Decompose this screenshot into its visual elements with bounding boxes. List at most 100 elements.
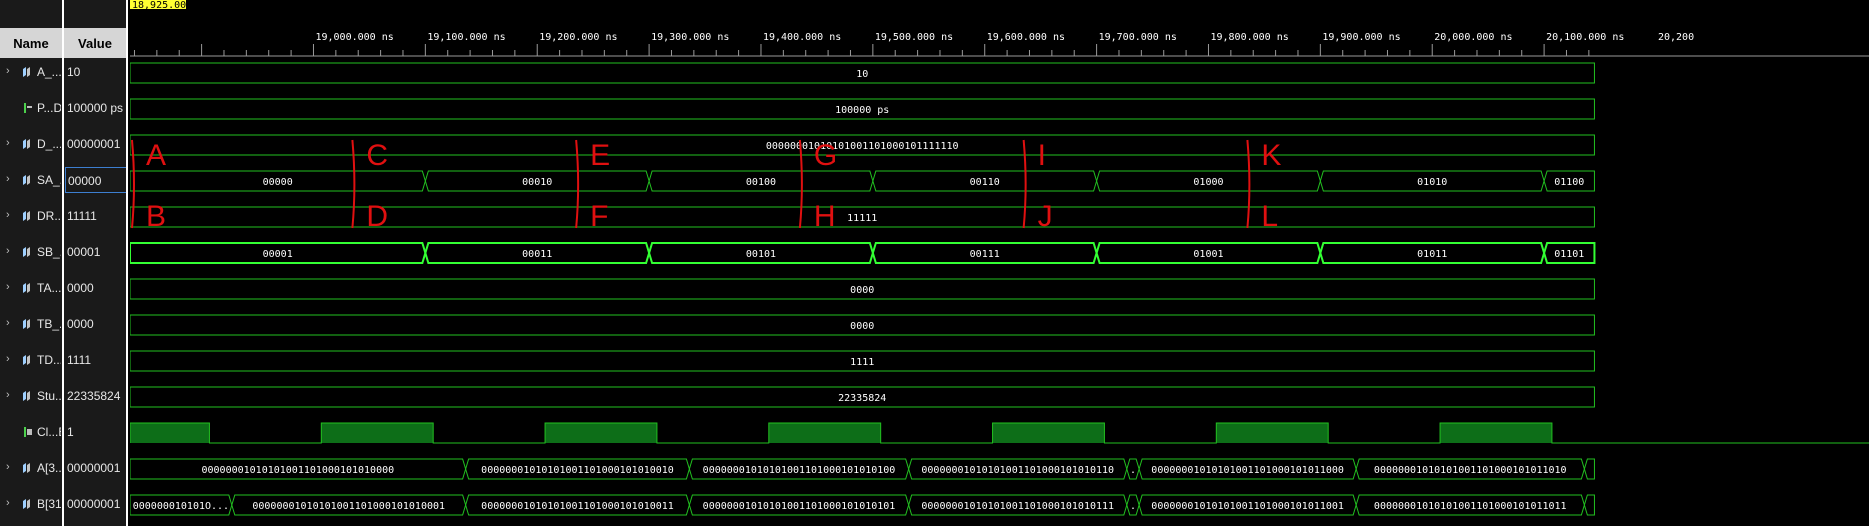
bus-value-label: 01100 xyxy=(1554,177,1584,188)
signal-row[interactable]: › Stu...] 22335824 xyxy=(0,379,128,415)
signal-value: 0000 xyxy=(67,281,94,295)
expand-chevron-icon[interactable]: › xyxy=(6,317,10,329)
bus-value-label: . xyxy=(1130,501,1136,512)
signal-value: 0000 xyxy=(67,317,94,331)
bus-value-label: 00000001010101001101000101010011 xyxy=(481,501,674,512)
expand-chevron-icon[interactable]: › xyxy=(6,497,10,509)
signal-name: Cl...B xyxy=(37,425,61,439)
ruler-tick-label: 19,800.000 ns xyxy=(1210,32,1288,43)
bus-icon xyxy=(23,319,30,329)
name-column-header[interactable]: Name xyxy=(0,28,62,58)
expand-chevron-icon[interactable]: › xyxy=(6,389,10,401)
annotation-letter: I xyxy=(1038,139,1046,172)
bus-value-label: 1111 xyxy=(850,357,874,368)
signal-row[interactable]: › TA...] 0000 xyxy=(0,271,128,307)
annotation-marker-line xyxy=(351,139,356,229)
signal-row[interactable]: › TD...] 1111 xyxy=(0,343,128,379)
signal-name: SA_...] xyxy=(37,173,61,187)
bus-value-label: 01001 xyxy=(1193,249,1223,260)
signal-row[interactable]: Cl...B 1 xyxy=(0,415,128,451)
signal-value: 22335824 xyxy=(67,389,121,403)
ruler-tick-label: 19,700.000 ns xyxy=(1099,32,1177,43)
signal-name: TB_...] xyxy=(37,317,61,331)
ruler-tick-label: 19,300.000 ns xyxy=(651,32,729,43)
bus-value-label: 0000 xyxy=(850,285,874,296)
bus-value-label: 00000001010101001101000101011000 xyxy=(1151,465,1344,476)
bus-value-label: 22335824 xyxy=(838,393,886,404)
bus-value-label: 00000 xyxy=(263,177,293,188)
signal-name: A_...] xyxy=(37,65,61,79)
signal-value: 11111 xyxy=(67,209,97,223)
bus-value-label: 00000001010101001101000101011001 xyxy=(1151,501,1344,512)
annotation-letter: K xyxy=(1261,139,1281,172)
panel-divider[interactable] xyxy=(126,0,128,526)
bus-value-label: 00001 xyxy=(263,249,293,260)
bus-value-segment xyxy=(1583,458,1595,480)
annotation-letter: F xyxy=(590,200,608,233)
bus-value-label: 0000 xyxy=(850,321,874,332)
signal-row[interactable]: › B[31...] 00000001 xyxy=(0,487,128,523)
waveform-viewer[interactable]: 19,000.000 ns 19,100.000 ns 19,200.000 ns 1… xyxy=(130,0,1869,526)
signal-name: Stu...] xyxy=(37,389,61,403)
expand-chevron-icon[interactable]: › xyxy=(6,65,10,77)
bus-value-label: 01011 xyxy=(1417,249,1447,260)
bus-icon xyxy=(23,211,30,221)
bus-value-label: . xyxy=(1130,465,1136,476)
parameter-icon xyxy=(24,103,32,113)
expand-chevron-icon[interactable]: › xyxy=(6,209,10,221)
signal-name: TA...] xyxy=(37,281,61,295)
bus-value-label: 00000001010101001101000101010010 xyxy=(481,465,674,476)
annotation-marker-line xyxy=(798,139,803,229)
signal-name: A[3...] xyxy=(37,461,61,475)
expand-chevron-icon[interactable]: › xyxy=(6,245,10,257)
signal-row[interactable]: › DR...] 11111 xyxy=(0,199,128,235)
signal-name: B[31...] xyxy=(37,497,61,511)
signal-row[interactable]: P...D 100000 ps xyxy=(0,91,128,127)
bus-icon xyxy=(23,67,30,77)
bus-value-label: 00000001010101001101000101010111 xyxy=(921,501,1114,512)
signal-row[interactable]: › D_...] 00000001 xyxy=(0,127,128,163)
bus-value-label: 00000001010101001101000101010110 xyxy=(921,465,1114,476)
bus-value-label: 01101 xyxy=(1554,249,1584,260)
signal-row[interactable]: › SA_...] 00000 xyxy=(0,163,128,199)
clock-high-pulse xyxy=(545,423,657,443)
signal-row[interactable]: › TB_...] 0000 xyxy=(0,307,128,343)
bus-value-label: 100000 ps xyxy=(835,105,889,116)
signal-row[interactable]: › A_...] 10 xyxy=(0,55,128,91)
value-column-header[interactable]: Value xyxy=(64,28,126,58)
ruler-tick-label: 19,200.000 ns xyxy=(539,32,617,43)
ruler-tick-label: 19,500.000 ns xyxy=(875,32,953,43)
ruler-tick-label: 19,100.000 ns xyxy=(427,32,505,43)
bus-value-label: 10 xyxy=(856,69,868,80)
signal-value: 1111 xyxy=(67,353,92,367)
signal-row[interactable]: › SB_...] 00001 xyxy=(0,235,128,271)
signal-value: 00001 xyxy=(67,245,101,259)
annotation-letter: D xyxy=(366,200,388,233)
annotation-marker-line xyxy=(1022,139,1027,229)
annotation-letter: A xyxy=(146,139,166,172)
ruler-tick-label: 20,200 xyxy=(1658,32,1694,43)
expand-chevron-icon[interactable]: › xyxy=(6,281,10,293)
expand-chevron-icon[interactable]: › xyxy=(6,173,10,185)
bus-value-segment xyxy=(1583,494,1595,516)
bus-icon xyxy=(23,139,30,149)
ruler-tick-label: 20,100.000 ns xyxy=(1546,32,1624,43)
expand-chevron-icon[interactable]: › xyxy=(6,461,10,473)
signal-name: TD...] xyxy=(37,353,61,367)
expand-chevron-icon[interactable]: › xyxy=(6,137,10,149)
ruler-tick-label: 19,900.000 ns xyxy=(1322,32,1400,43)
bus-value-label: 00111 xyxy=(970,249,1000,260)
annotation-letter: E xyxy=(590,139,610,172)
expand-chevron-icon[interactable]: › xyxy=(6,353,10,365)
signal-row[interactable]: › A[3...] 00000001 xyxy=(0,451,128,487)
cursor-time-label: 18,925.000 ns xyxy=(132,0,210,11)
bus-value-label: 00000001010101001101000101010100 xyxy=(703,465,896,476)
annotation-letter: L xyxy=(1261,200,1278,233)
ruler-tick-label: 19,600.000 ns xyxy=(987,32,1065,43)
bus-icon xyxy=(23,355,30,365)
column-divider[interactable] xyxy=(62,0,64,526)
time-ruler[interactable] xyxy=(130,0,1869,58)
bus-value-label: 00000001010101001101000101010101 xyxy=(703,501,896,512)
bus-value-label: 000000010101O... xyxy=(133,501,229,512)
bus-value-label: 11111 xyxy=(847,213,877,224)
